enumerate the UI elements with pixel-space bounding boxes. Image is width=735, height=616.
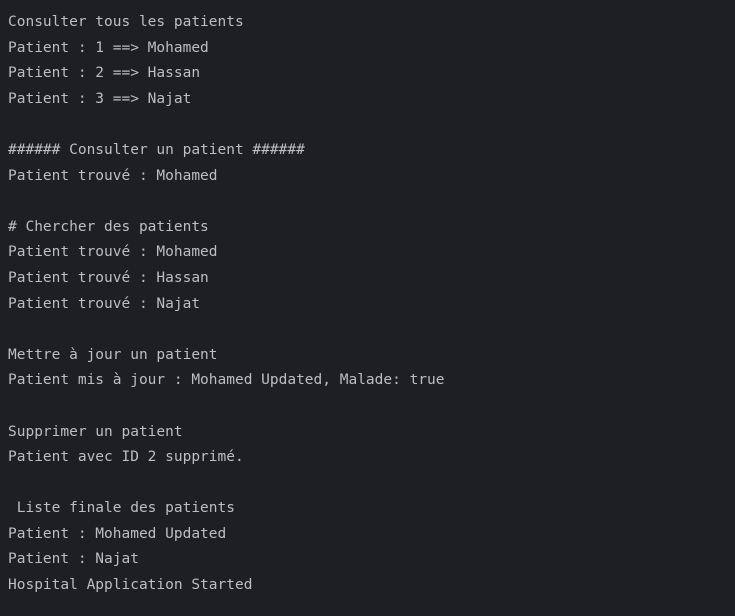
console-line: Hospital Application Started [8, 577, 253, 594]
console-line: Patient : 1 ==> Mohamed [8, 39, 209, 56]
console-output[interactable]: Consulter tous les patients Patient : 1 … [0, 0, 735, 616]
console-line: Patient mis à jour : Mohamed Updated, Ma… [8, 372, 445, 389]
console-line: Consulter tous les patients [8, 14, 244, 30]
console-line: Patient : Najat [8, 551, 139, 568]
console-line: Patient trouvé : Najat [8, 295, 201, 312]
console-line: Supprimer un patient [8, 423, 183, 440]
console-line: Patient trouvé : Mohamed [8, 167, 218, 184]
console-line: Patient : 2 ==> Hassan [8, 65, 201, 82]
console-line: Liste finale des patients [8, 500, 235, 517]
console-line: Patient avec ID 2 supprimé. [8, 449, 244, 466]
console-line: Mettre à jour un patient [8, 346, 218, 363]
console-line: ###### Consulter un patient ###### [8, 141, 305, 158]
console-line: Patient trouvé : Mohamed [8, 244, 218, 261]
console-line: Patient : Mohamed Updated [8, 525, 227, 542]
console-line: Patient trouvé : Hassan [8, 269, 209, 286]
console-line: Patient : 3 ==> Najat [8, 90, 192, 107]
console-line: # Chercher des patients [8, 218, 209, 235]
